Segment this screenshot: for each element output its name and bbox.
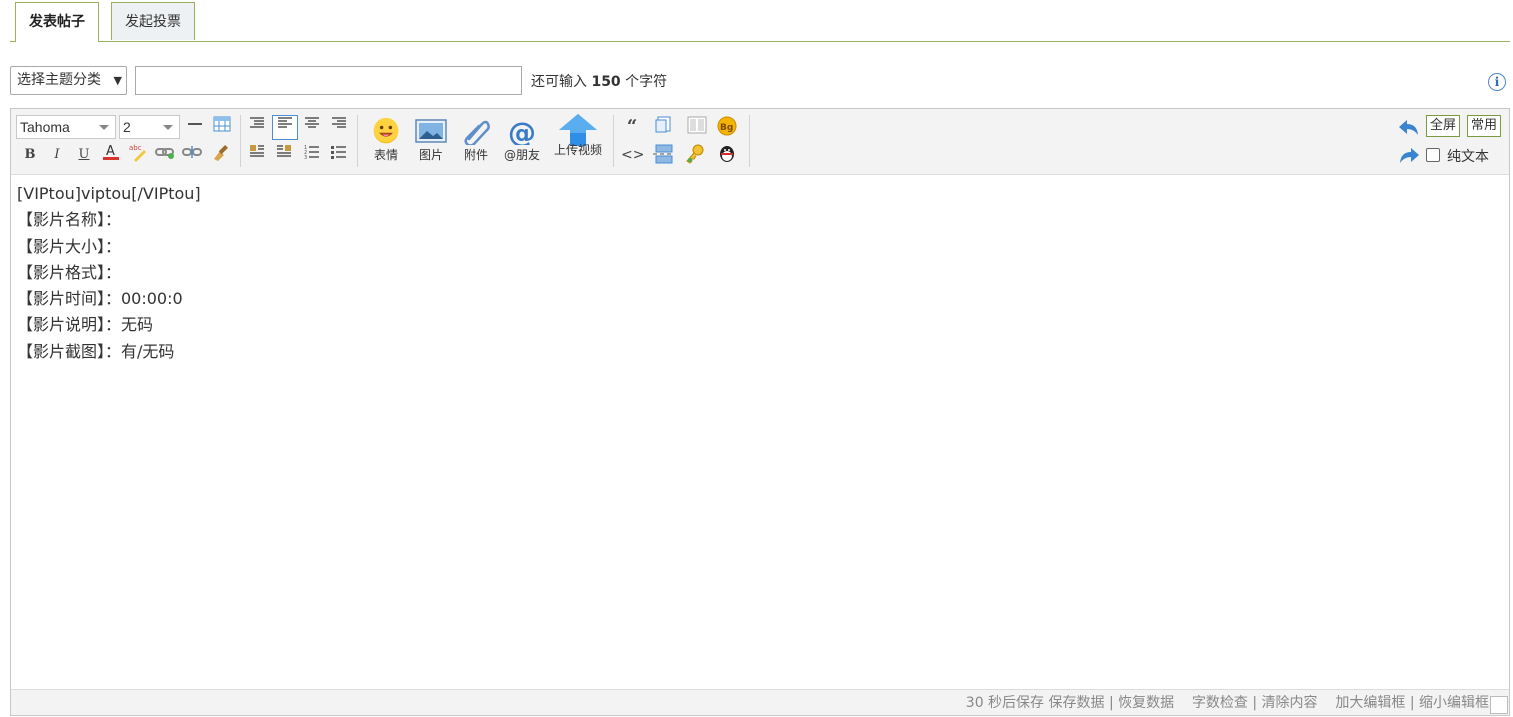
attachment-button[interactable]: 附件	[454, 113, 498, 171]
font-color-button[interactable]: A	[100, 142, 122, 164]
unordered-list-icon[interactable]	[328, 144, 350, 166]
clear-format-icon[interactable]	[210, 142, 232, 164]
editor-statusbar: 30 秒后保存 保存数据 | 恢复数据 字数检查 | 清除内容 加大编辑框 | …	[11, 689, 1509, 715]
tab-new-poll[interactable]: 发起投票	[111, 2, 195, 40]
rich-text-editor: Tahoma 2 B I U A abc 123 表情 图片 附件 @ @朋友 …	[10, 108, 1510, 716]
chevron-down-icon	[99, 125, 109, 130]
char-count: 还可输入 150 个字符	[531, 71, 667, 91]
emoji-label: 表情	[373, 148, 398, 162]
svg-text:A: A	[106, 144, 115, 159]
password-key-icon[interactable]	[684, 144, 706, 166]
image-label: 图片	[418, 148, 443, 162]
align-left-icon[interactable]	[272, 115, 298, 140]
columns-icon[interactable]	[686, 116, 708, 138]
content-line: 【影片截图】：有/无码	[17, 341, 175, 361]
chevron-down-icon: ▼	[113, 74, 122, 87]
toolbar-separator	[240, 115, 241, 167]
toolbar-separator	[613, 115, 614, 167]
emoji-button[interactable]: 表情	[364, 113, 408, 171]
mention-friend-button[interactable]: @ @朋友	[500, 113, 544, 171]
unlink-icon[interactable]	[181, 144, 203, 166]
float-right-icon[interactable]	[273, 144, 295, 166]
undo-icon[interactable]	[1398, 118, 1420, 140]
font-family-value: Tahoma	[20, 119, 70, 135]
fullscreen-button[interactable]: 全屏	[1426, 115, 1461, 137]
restore-data-link[interactable]: 恢复数据	[1118, 695, 1174, 711]
char-count-suffix: 个字符	[625, 74, 668, 90]
common-mode-button[interactable]: 常用	[1467, 115, 1502, 137]
horizontal-rule-button[interactable]	[184, 116, 206, 138]
qq-icon[interactable]	[716, 144, 738, 166]
svg-text:Bg: Bg	[720, 123, 733, 133]
smiley-icon	[373, 117, 399, 144]
toolbar-separator	[357, 115, 358, 167]
content-line: 【影片大小】：	[17, 236, 122, 256]
svg-text:abc: abc	[129, 144, 142, 152]
status-actions: 30 秒后保存 保存数据 | 恢复数据 字数检查 | 清除内容 加大编辑框 | …	[966, 692, 1489, 712]
info-icon[interactable]: i	[1488, 73, 1506, 91]
font-size-value: 2	[123, 119, 131, 135]
content-line: 【影片时间】：00:00:0	[17, 289, 183, 309]
plaintext-checkbox[interactable]	[1426, 148, 1440, 162]
category-select[interactable]: 选择主题分类 ▼	[10, 66, 127, 95]
editor-toolbar: Tahoma 2 B I U A abc 123 表情 图片 附件 @ @朋友 …	[11, 109, 1509, 175]
page-break-icon[interactable]	[652, 144, 674, 166]
paperclip-icon	[464, 120, 490, 145]
char-count-prefix: 还可输入	[531, 74, 587, 90]
quote-icon[interactable]: “	[621, 116, 643, 138]
svg-text:@: @	[508, 117, 536, 145]
redo-icon[interactable]	[1398, 146, 1420, 168]
table-button[interactable]	[211, 116, 233, 138]
mention-label: @朋友	[503, 148, 540, 162]
image-button[interactable]: 图片	[409, 113, 453, 171]
attachment-label: 附件	[463, 148, 488, 162]
content-line: [VIPtou]viptou[/VIPtou]	[17, 184, 201, 203]
link-icon[interactable]	[154, 144, 176, 166]
content-line: 【影片格式】：	[17, 262, 122, 282]
status-separator: |	[1409, 695, 1415, 711]
status-separator: |	[1108, 695, 1114, 711]
underline-button[interactable]: U	[73, 144, 95, 166]
plaintext-label: 纯文本	[1447, 149, 1489, 165]
ordered-list-icon[interactable]: 123	[301, 144, 323, 166]
save-data-link[interactable]: 保存数据	[1049, 695, 1105, 711]
upload-video-label: 上传视频	[553, 143, 602, 157]
font-size-select[interactable]: 2	[119, 115, 180, 139]
word-check-link[interactable]: 字数检查	[1192, 695, 1248, 711]
font-family-select[interactable]: Tahoma	[16, 115, 116, 139]
indent-icon[interactable]	[246, 116, 268, 138]
status-separator: |	[1252, 695, 1258, 711]
at-sign-icon: @	[508, 117, 536, 145]
code-block-icon[interactable]	[652, 116, 674, 138]
svg-text:3: 3	[304, 155, 307, 160]
align-right-icon[interactable]	[328, 116, 350, 138]
background-color-icon[interactable]: Bg	[716, 116, 738, 138]
category-select-value: 选择主题分类	[17, 72, 101, 88]
image-icon	[415, 119, 447, 143]
post-tabs: 发表帖子 发起投票	[10, 0, 1510, 42]
highlight-icon[interactable]: abc	[127, 142, 149, 164]
tab-new-post[interactable]: 发表帖子	[15, 2, 99, 42]
resize-handle-icon[interactable]	[1490, 696, 1508, 714]
upload-video-button[interactable]: 上传视频	[550, 113, 606, 171]
autosave-countdown: 30 秒后保存	[965, 695, 1045, 711]
italic-button[interactable]: I	[46, 144, 68, 166]
align-center-icon[interactable]	[301, 116, 323, 138]
bold-button[interactable]: B	[19, 144, 41, 166]
editor-content[interactable]: [VIPtou]viptou[/VIPtou] 【影片名称】： 【影片大小】： …	[17, 181, 201, 365]
shrink-editor-link[interactable]: 缩小编辑框	[1419, 695, 1489, 711]
content-line: 【影片名称】：	[17, 210, 122, 230]
title-input[interactable]	[135, 66, 522, 95]
source-code-icon[interactable]: <>	[621, 144, 644, 166]
chevron-down-icon	[163, 125, 173, 130]
content-line: 【影片说明】：无码	[17, 315, 154, 335]
enlarge-editor-link[interactable]: 加大编辑框	[1335, 695, 1405, 711]
char-count-number: 150	[591, 74, 621, 90]
clear-content-link[interactable]: 清除内容	[1262, 695, 1318, 711]
toolbar-separator	[749, 115, 750, 167]
float-left-icon[interactable]	[246, 144, 268, 166]
